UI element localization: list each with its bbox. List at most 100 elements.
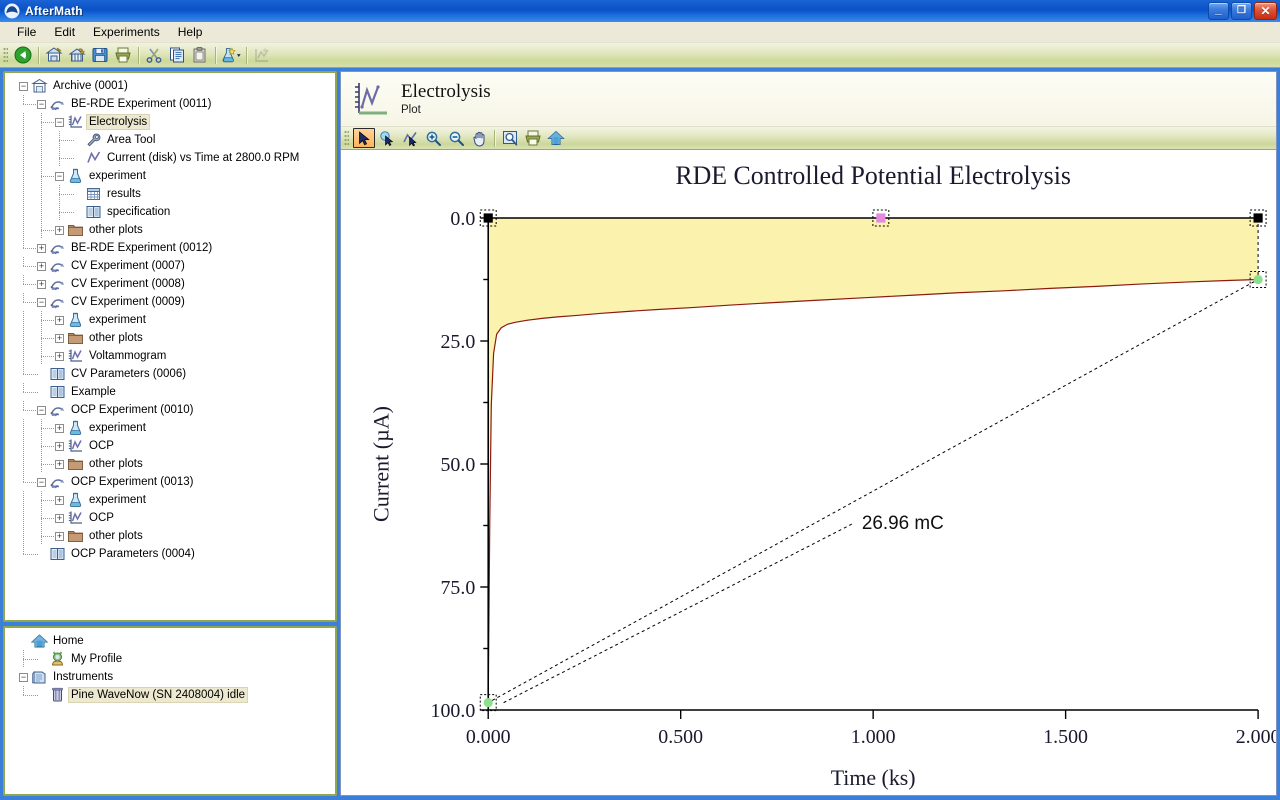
tree-node-label: Electrolysis	[85, 114, 151, 130]
menu-bar: File Edit Experiments Help	[0, 22, 1280, 43]
copy-icon[interactable]	[166, 45, 188, 66]
tree-node-ocp-experiment-0010[interactable]: − OCP Experiment (0010)	[5, 401, 335, 419]
tree-node-experiment[interactable]: + experiment	[5, 311, 335, 329]
pick-trace-icon[interactable]	[399, 128, 421, 148]
tree-node-label: OCP	[89, 440, 114, 452]
tree-node-archive-0001[interactable]: − Archive (0001)	[5, 77, 335, 95]
tree-node-label: CV Experiment (0007)	[71, 260, 185, 272]
restore-button[interactable]: ❐	[1231, 2, 1252, 20]
zoom-fit-icon[interactable]	[499, 128, 521, 148]
menu-item-help[interactable]: Help	[169, 23, 212, 41]
tree-node-experiment[interactable]: + experiment	[5, 419, 335, 437]
tree-node-voltammogram[interactable]: + Voltammogram	[5, 347, 335, 365]
menu-item-experiments[interactable]: Experiments	[84, 23, 169, 41]
tree-node-experiment[interactable]: + experiment	[5, 491, 335, 509]
tree-node-cv-experiment-0007[interactable]: + CV Experiment (0007)	[5, 257, 335, 275]
tree-guide-line	[23, 113, 24, 131]
annotation-label[interactable]: 26.96 mC	[862, 513, 944, 534]
tree-node-be-rde-experiment-0012[interactable]: + BE-RDE Experiment (0012)	[5, 239, 335, 257]
close-archive-icon[interactable]	[66, 45, 88, 66]
close-button[interactable]: ✕	[1254, 2, 1277, 20]
tree-guide-line	[23, 527, 24, 545]
tree-node-pine-wavenow-sn-2408004-idle[interactable]: Pine WaveNow (SN 2408004) idle	[5, 686, 335, 704]
tree-guide-line	[23, 473, 24, 482]
tree-node-instruments[interactable]: − Instruments	[5, 668, 335, 686]
tree-guide-line	[41, 320, 57, 321]
print-icon[interactable]	[112, 45, 134, 66]
collapse-toggle-icon[interactable]: −	[19, 672, 28, 682]
tree-node-be-rde-experiment-0011[interactable]: − BE-RDE Experiment (0011)	[5, 95, 335, 113]
spec-icon	[85, 204, 102, 220]
tree-node-other-plots[interactable]: + other plots	[5, 527, 335, 545]
paste-icon[interactable]	[189, 45, 211, 66]
tree-node-results[interactable]: results	[5, 185, 335, 203]
zoom-out-icon[interactable]	[445, 128, 467, 148]
plot-icon	[67, 114, 84, 130]
plot-icon	[67, 510, 84, 526]
tree-node-electrolysis[interactable]: − Electrolysis	[5, 113, 335, 131]
archive-icon	[31, 78, 48, 94]
tree-node-ocp[interactable]: + OCP	[5, 509, 335, 527]
menu-item-file[interactable]: File	[8, 23, 45, 41]
tree-node-ocp-experiment-0013[interactable]: − OCP Experiment (0013)	[5, 473, 335, 491]
tree-node-example[interactable]: Example	[5, 383, 335, 401]
tree-guide-line	[41, 149, 42, 167]
tree-node-label: CV Experiment (0009)	[71, 296, 185, 308]
select-arrow-icon[interactable]	[353, 128, 375, 148]
tree-guide-line	[23, 239, 24, 248]
chart-title: RDE Controlled Potential Electrolysis	[675, 161, 1071, 190]
minimize-button[interactable]: _	[1208, 2, 1229, 20]
tree-node-ocp-parameters-0004[interactable]: OCP Parameters (0004)	[5, 545, 335, 563]
tree-node-area-tool[interactable]: Area Tool	[5, 131, 335, 149]
tree-node-ocp[interactable]: + OCP	[5, 437, 335, 455]
toolbar-separator	[246, 46, 247, 64]
x-axis-tick-label: 0.000	[466, 726, 511, 748]
tree-node-specification[interactable]: specification	[5, 203, 335, 221]
tool-icon	[85, 132, 102, 148]
toolbar-grip[interactable]	[3, 46, 8, 64]
tree-guide-line	[23, 482, 39, 483]
pan-hand-icon[interactable]	[468, 128, 490, 148]
tree-guide-line	[41, 185, 42, 203]
tree-node-current-disk-vs-time-at-2800-0-rpm[interactable]: Current (disk) vs Time at 2800.0 RPM	[5, 149, 335, 167]
y-axis-label: Current (µA)	[369, 406, 394, 522]
new-plot-icon	[251, 45, 273, 66]
tree-node-other-plots[interactable]: + other plots	[5, 221, 335, 239]
tree-guide-line	[23, 284, 39, 285]
tree-node-other-plots[interactable]: + other plots	[5, 455, 335, 473]
flask-icon	[67, 312, 84, 328]
spec-icon	[49, 366, 66, 382]
tree-guide-line	[23, 365, 24, 374]
pick-point-icon[interactable]	[376, 128, 398, 148]
tree-node-label: specification	[107, 206, 171, 218]
tree-node-other-plots[interactable]: + other plots	[5, 329, 335, 347]
plot-toolbar-grip[interactable]	[344, 129, 349, 147]
back-icon[interactable]	[12, 45, 34, 66]
tree-guide-line	[41, 176, 57, 177]
save-icon[interactable]	[89, 45, 111, 66]
menu-item-edit[interactable]: Edit	[45, 23, 84, 41]
home-plot-icon[interactable]	[545, 128, 567, 148]
area-tool-region[interactable]	[488, 218, 1259, 705]
cut-icon[interactable]	[143, 45, 165, 66]
tree-node-home[interactable]: Home	[5, 632, 335, 650]
plot-canvas[interactable]: RDE Controlled Potential Electrolysis 0.0…	[341, 150, 1276, 795]
tree-node-my-profile[interactable]: My Profile	[5, 650, 335, 668]
tree-node-label: OCP	[89, 512, 114, 524]
flask-icon	[67, 420, 84, 436]
new-experiment-icon[interactable]	[220, 45, 242, 66]
tree-node-cv-parameters-0006[interactable]: CV Parameters (0006)	[5, 365, 335, 383]
collapse-toggle-icon[interactable]: −	[19, 81, 28, 91]
tree-node-experiment[interactable]: − experiment	[5, 167, 335, 185]
print-plot-icon[interactable]	[522, 128, 544, 148]
tree-node-label: experiment	[89, 170, 146, 182]
tree-node-label: CV Parameters (0006)	[71, 368, 187, 380]
tree-node-cv-experiment-0009[interactable]: − CV Experiment (0009)	[5, 293, 335, 311]
tree-guide-line	[23, 545, 24, 554]
zoom-in-icon[interactable]	[422, 128, 444, 148]
chart-svg: RDE Controlled Potential Electrolysis 0.0…	[369, 161, 1276, 790]
open-archive-icon[interactable]	[43, 45, 65, 66]
experiment-icon	[49, 402, 66, 418]
toolbar-separator	[215, 46, 216, 64]
tree-node-cv-experiment-0008[interactable]: + CV Experiment (0008)	[5, 275, 335, 293]
